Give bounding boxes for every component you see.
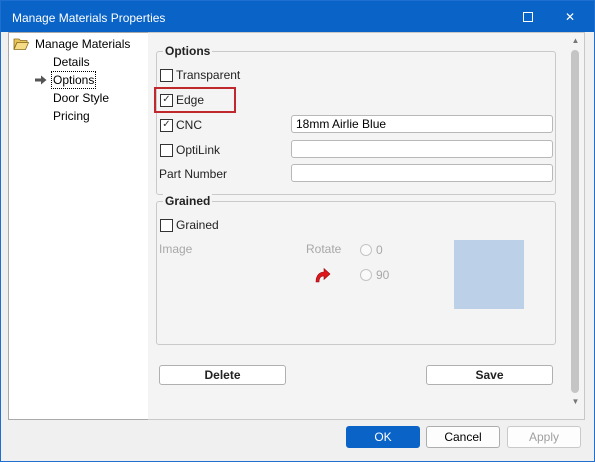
transparent-label: Transparent	[176, 68, 241, 82]
part-number-input[interactable]	[291, 164, 553, 182]
close-icon: ✕	[564, 9, 576, 24]
cancel-button[interactable]: Cancel	[426, 426, 500, 448]
rotate-90-radio[interactable]: 90	[360, 268, 389, 282]
save-button[interactable]: Save	[426, 365, 553, 385]
tree-root-label: Manage Materials	[35, 37, 131, 51]
grained-checkbox[interactable]: Grained	[160, 217, 219, 233]
vertical-scrollbar[interactable]: ▲ ▼	[568, 35, 583, 410]
edge-checkbox[interactable]: ✓ Edge	[160, 92, 204, 108]
rotate-arrow-icon[interactable]	[313, 266, 331, 284]
tree-item-options[interactable]: Options	[50, 71, 97, 89]
optilink-checkbox-box[interactable]	[160, 143, 173, 157]
tree-item-details[interactable]: Details	[53, 54, 90, 70]
close-button[interactable]: ✕	[549, 1, 591, 32]
delete-button[interactable]: Delete	[159, 365, 286, 385]
rotate-0-radio[interactable]: 0	[360, 243, 383, 257]
tree-root-manage-materials[interactable]: Manage Materials	[13, 36, 130, 52]
window-title: Manage Materials Properties	[12, 11, 166, 25]
grained-checkbox-box[interactable]	[160, 218, 173, 232]
navigation-tree: Manage Materials Details Options Door St…	[8, 32, 149, 420]
title-bar[interactable]: Manage Materials Properties ✕	[1, 1, 594, 32]
scroll-down-icon[interactable]: ▼	[568, 396, 583, 408]
rotate-label: Rotate	[306, 242, 342, 256]
optilink-input[interactable]	[291, 140, 553, 158]
ok-button[interactable]: OK	[346, 426, 420, 448]
scroll-up-icon[interactable]: ▲	[568, 35, 583, 47]
cnc-checkbox[interactable]: ✓ CNC	[160, 117, 202, 133]
apply-button[interactable]: Apply	[507, 426, 581, 448]
cnc-input[interactable]	[291, 115, 553, 133]
edge-checkbox-box[interactable]: ✓	[160, 93, 173, 107]
arrow-right-icon	[35, 75, 47, 85]
folder-open-icon	[13, 38, 29, 50]
grain-image-preview	[454, 240, 524, 309]
maximize-icon	[523, 11, 533, 22]
maximize-button[interactable]	[507, 1, 549, 32]
tree-item-door-style[interactable]: Door Style	[53, 90, 109, 106]
options-group-title: Options	[163, 44, 213, 58]
tree-item-pricing[interactable]: Pricing	[53, 108, 90, 124]
transparent-checkbox[interactable]: Transparent	[160, 67, 240, 83]
edge-label: Edge	[176, 93, 205, 107]
content-panel: Options Transparent ✓ Edge ✓ CNC OptiLin…	[148, 32, 585, 420]
rotate-0-radio-circle[interactable]	[360, 244, 372, 256]
rotate-0-label: 0	[376, 243, 383, 257]
rotate-90-label: 90	[376, 268, 390, 282]
cnc-label: CNC	[176, 118, 202, 132]
grained-label: Grained	[176, 218, 219, 232]
image-label: Image	[159, 242, 193, 256]
cnc-checkbox-box[interactable]: ✓	[160, 118, 173, 132]
part-number-label: Part Number	[159, 167, 228, 181]
optilink-checkbox[interactable]: OptiLink	[160, 142, 220, 158]
grained-group-title: Grained	[163, 194, 213, 208]
transparent-checkbox-box[interactable]	[160, 68, 173, 82]
rotate-90-radio-circle[interactable]	[360, 269, 372, 281]
scrollbar-thumb[interactable]	[571, 50, 579, 393]
optilink-label: OptiLink	[176, 143, 221, 157]
